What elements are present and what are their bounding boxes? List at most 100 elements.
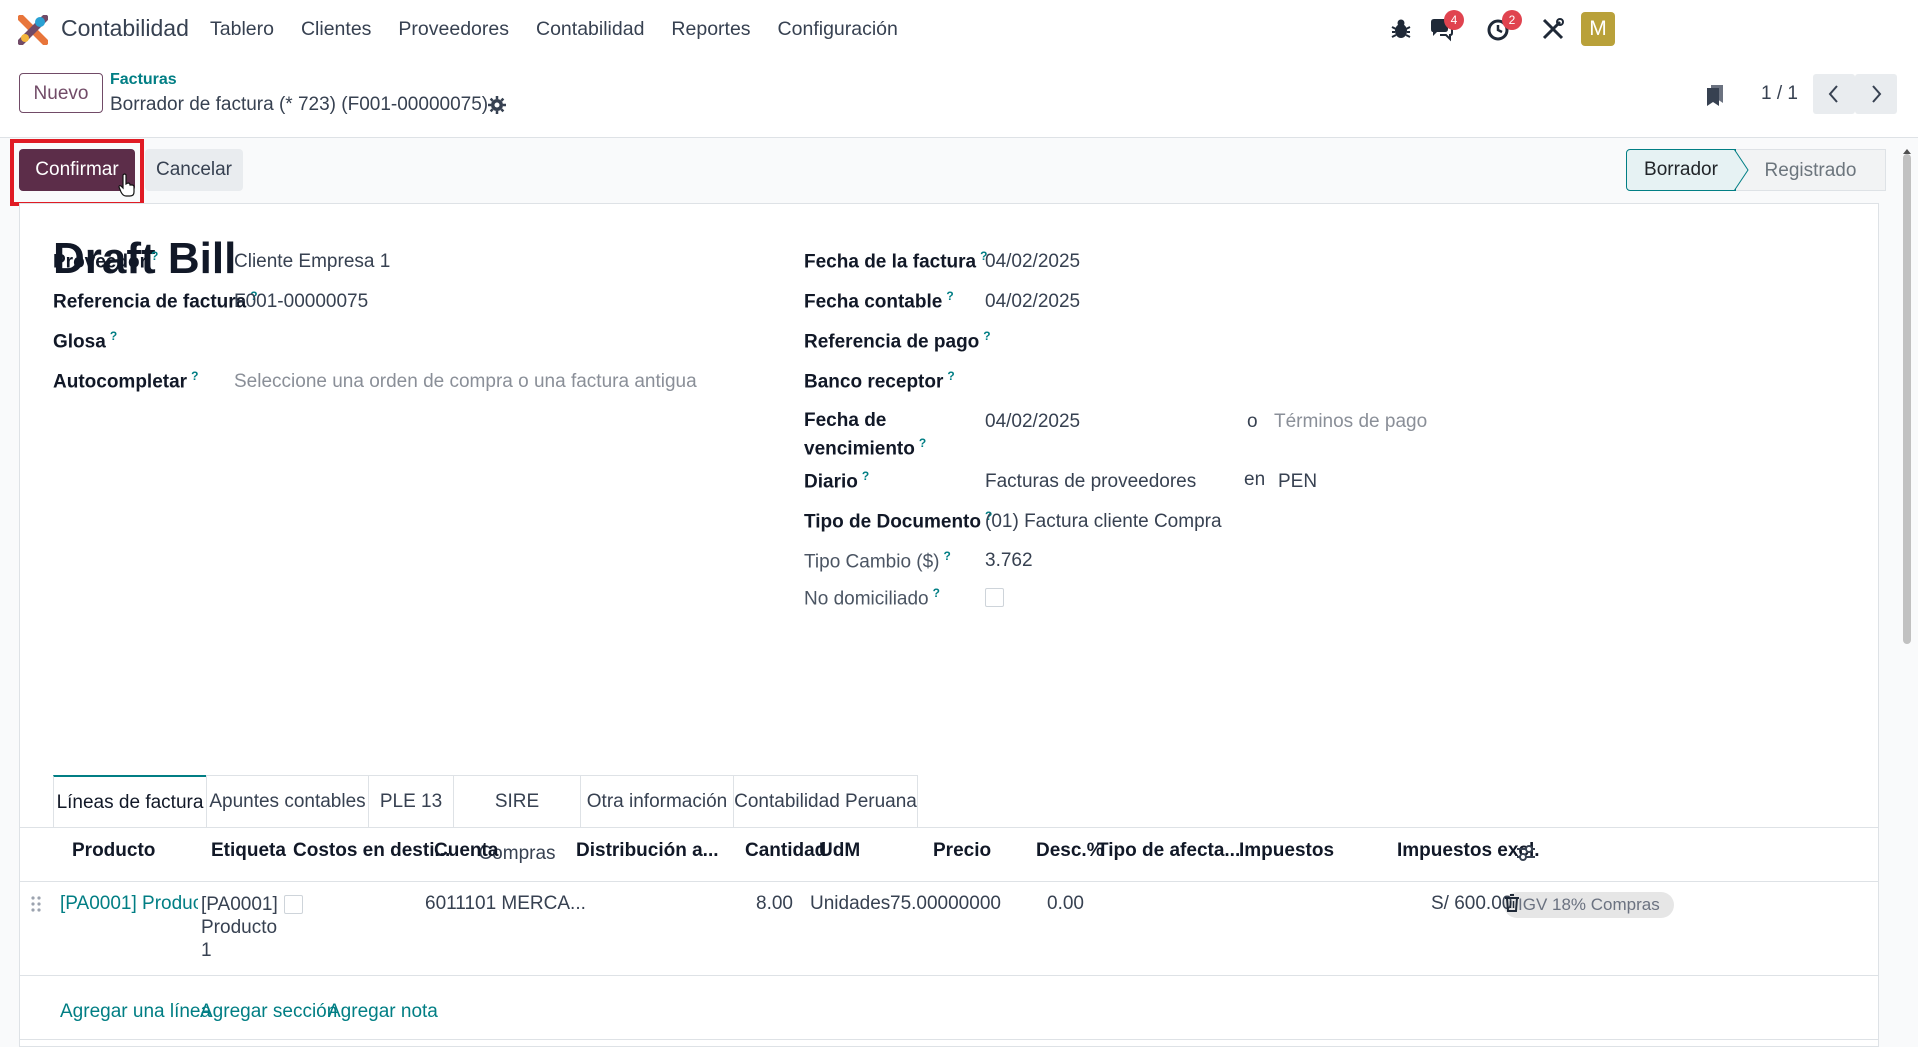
currency-field[interactable]: PEN (1278, 471, 1317, 493)
column-tipo-afectacion[interactable]: Tipo de afecta... (1097, 840, 1240, 862)
hand-cursor-icon (118, 173, 135, 197)
journal-field[interactable]: Facturas de proveedores (985, 471, 1196, 493)
vendor-label: Proveedor? (53, 249, 159, 273)
row-divider (20, 975, 1878, 976)
journal-label: Diario? (804, 469, 870, 493)
column-etiqueta[interactable]: Etiqueta (211, 840, 286, 862)
vendor-field[interactable]: Cliente Empresa 1 (234, 251, 390, 273)
due-date-or-text: o (1247, 411, 1258, 432)
status-bar: Confirmar Cancelar Borrador Registrado (0, 137, 1918, 206)
tools-icon[interactable] (1540, 16, 1566, 42)
tab-otra-informacion[interactable]: Otra información (580, 775, 734, 827)
row-label[interactable]: [PA0001] Producto 1 (201, 893, 278, 962)
invoice-reference-field[interactable]: F001-00000075 (234, 291, 368, 313)
column-cuenta[interactable]: Cuenta (434, 840, 498, 862)
menu-tablero[interactable]: Tablero (210, 18, 274, 41)
accounting-date-field[interactable]: 04/02/2025 (985, 291, 1080, 313)
payment-reference-label: Referencia de pago? (804, 329, 991, 353)
invoice-date-field[interactable]: 04/02/2025 (985, 251, 1080, 273)
column-producto[interactable]: Producto (72, 840, 155, 862)
column-costos-destino[interactable]: Costos en desti... (293, 840, 450, 862)
autocomplete-field[interactable]: Seleccione una orden de compra o una fac… (234, 371, 697, 393)
pager-value[interactable]: 1 / 1 (1761, 83, 1798, 105)
breadcrumb-parent[interactable]: Facturas (110, 71, 177, 89)
tab-apuntes-contables[interactable]: Apuntes contables (206, 775, 369, 827)
menu-configuracion[interactable]: Configuración (778, 18, 898, 41)
page-scrollbar[interactable] (1900, 140, 1914, 1047)
exchange-rate-label: Tipo Cambio ($)? (804, 549, 951, 573)
column-impuestos[interactable]: Impuestos (1239, 840, 1334, 862)
activity-badge: 2 (1502, 10, 1522, 30)
row-price[interactable]: 75.00000000 (890, 893, 1001, 915)
menu-reportes[interactable]: Reportes (671, 18, 750, 41)
column-descuento[interactable]: Desc.% (1036, 840, 1104, 862)
activity-clock-icon[interactable]: 2 (1486, 10, 1522, 42)
top-navbar: Contabilidad Tablero Clientes Proveedore… (0, 0, 1918, 58)
document-type-label: Tipo de Documento? (804, 509, 993, 533)
form-sheet: Draft Bill Proveedor? Cliente Empresa 1 … (19, 203, 1879, 1047)
row-discount[interactable]: 0.00 (1047, 893, 1084, 915)
non-domiciled-checkbox[interactable] (985, 588, 1004, 607)
row-tax-badge[interactable]: IGV 18% Compras (1504, 892, 1674, 918)
row-uom[interactable]: Unidades (810, 893, 890, 915)
glosa-label: Glosa? (53, 329, 118, 353)
column-cantidad[interactable]: Cantidad (745, 840, 826, 862)
bank-field[interactable] (985, 371, 1505, 393)
pager-previous-button[interactable] (1813, 74, 1855, 114)
document-type-field[interactable]: (01) Factura cliente Compra (985, 511, 1222, 533)
bookmark-icon[interactable] (1705, 83, 1725, 107)
payment-terms-field[interactable]: Términos de pago (1274, 411, 1427, 433)
tab-lineas-factura[interactable]: Líneas de factura (53, 775, 207, 827)
tab-ple-13[interactable]: PLE 13 (368, 775, 454, 827)
add-section-link[interactable]: Agregar sección (200, 1001, 337, 1023)
control-panel: Nuevo Facturas Borrador de factura (* 72… (0, 58, 1918, 138)
row-account[interactable]: 6011101 MERCA... (425, 893, 586, 915)
new-button[interactable]: Nuevo (19, 73, 103, 113)
cancel-button[interactable]: Cancelar (145, 149, 243, 191)
column-precio[interactable]: Precio (933, 840, 991, 862)
tab-divider (20, 827, 1878, 828)
autocomplete-label: Autocompletar? (53, 369, 199, 393)
user-avatar[interactable]: M (1581, 12, 1615, 46)
menu-proveedores[interactable]: Proveedores (398, 18, 509, 41)
app-name[interactable]: Contabilidad (61, 15, 189, 42)
bank-label: Banco receptor? (804, 369, 955, 393)
pager-next-button[interactable] (1855, 74, 1897, 114)
invoice-reference-label: Referencia de factura? (53, 289, 258, 313)
row-product[interactable]: [PA0001] Producto 1 (60, 893, 198, 915)
status-posted[interactable]: Registrado (1736, 149, 1886, 191)
breadcrumb-current: Borrador de factura (* 723) (F001-000000… (110, 94, 489, 115)
column-udm[interactable]: UdM (819, 840, 860, 862)
row-landed-cost-checkbox[interactable] (284, 895, 303, 914)
bug-icon[interactable] (1388, 16, 1414, 42)
journal-in-text: en (1244, 469, 1266, 490)
gear-icon[interactable] (488, 96, 506, 114)
drag-handle-icon[interactable] (30, 895, 42, 913)
chevron-left-icon (1828, 85, 1838, 103)
tab-contabilidad-peruana[interactable]: Contabilidad Peruana (733, 775, 918, 827)
row-quantity[interactable]: 8.00 (756, 893, 793, 915)
due-date-field[interactable]: 04/02/2025 (985, 411, 1080, 433)
tab-sire-compras[interactable]: SIRE Compras (453, 775, 581, 864)
due-date-label: Fecha de vencimiento? (804, 410, 927, 460)
status-draft[interactable]: Borrador (1626, 149, 1736, 191)
accounting-date-label: Fecha contable? (804, 289, 954, 313)
row-subtotal: S/ 600.00 (1431, 893, 1513, 914)
discuss-badge: 4 (1444, 10, 1464, 30)
trash-icon[interactable] (1504, 894, 1520, 912)
add-note-link[interactable]: Agregar nota (328, 1001, 438, 1023)
glosa-field[interactable] (234, 331, 754, 353)
column-settings-icon[interactable] (1516, 844, 1536, 862)
bottom-divider (20, 1039, 1878, 1040)
app-logo-icon[interactable] (18, 15, 48, 45)
add-line-link[interactable]: Agregar una línea (60, 1001, 211, 1023)
payment-reference-field[interactable] (985, 331, 1505, 353)
discuss-icon[interactable]: 4 (1428, 10, 1464, 42)
column-distribucion[interactable]: Distribución a... (576, 840, 719, 862)
scroll-thumb[interactable] (1903, 154, 1911, 644)
menu-contabilidad[interactable]: Contabilidad (536, 18, 644, 41)
exchange-rate-field[interactable]: 3.762 (985, 550, 1033, 572)
main-menu: Tablero Clientes Proveedores Contabilida… (210, 18, 925, 41)
chevron-right-icon (1872, 85, 1882, 103)
menu-clientes[interactable]: Clientes (301, 18, 371, 41)
